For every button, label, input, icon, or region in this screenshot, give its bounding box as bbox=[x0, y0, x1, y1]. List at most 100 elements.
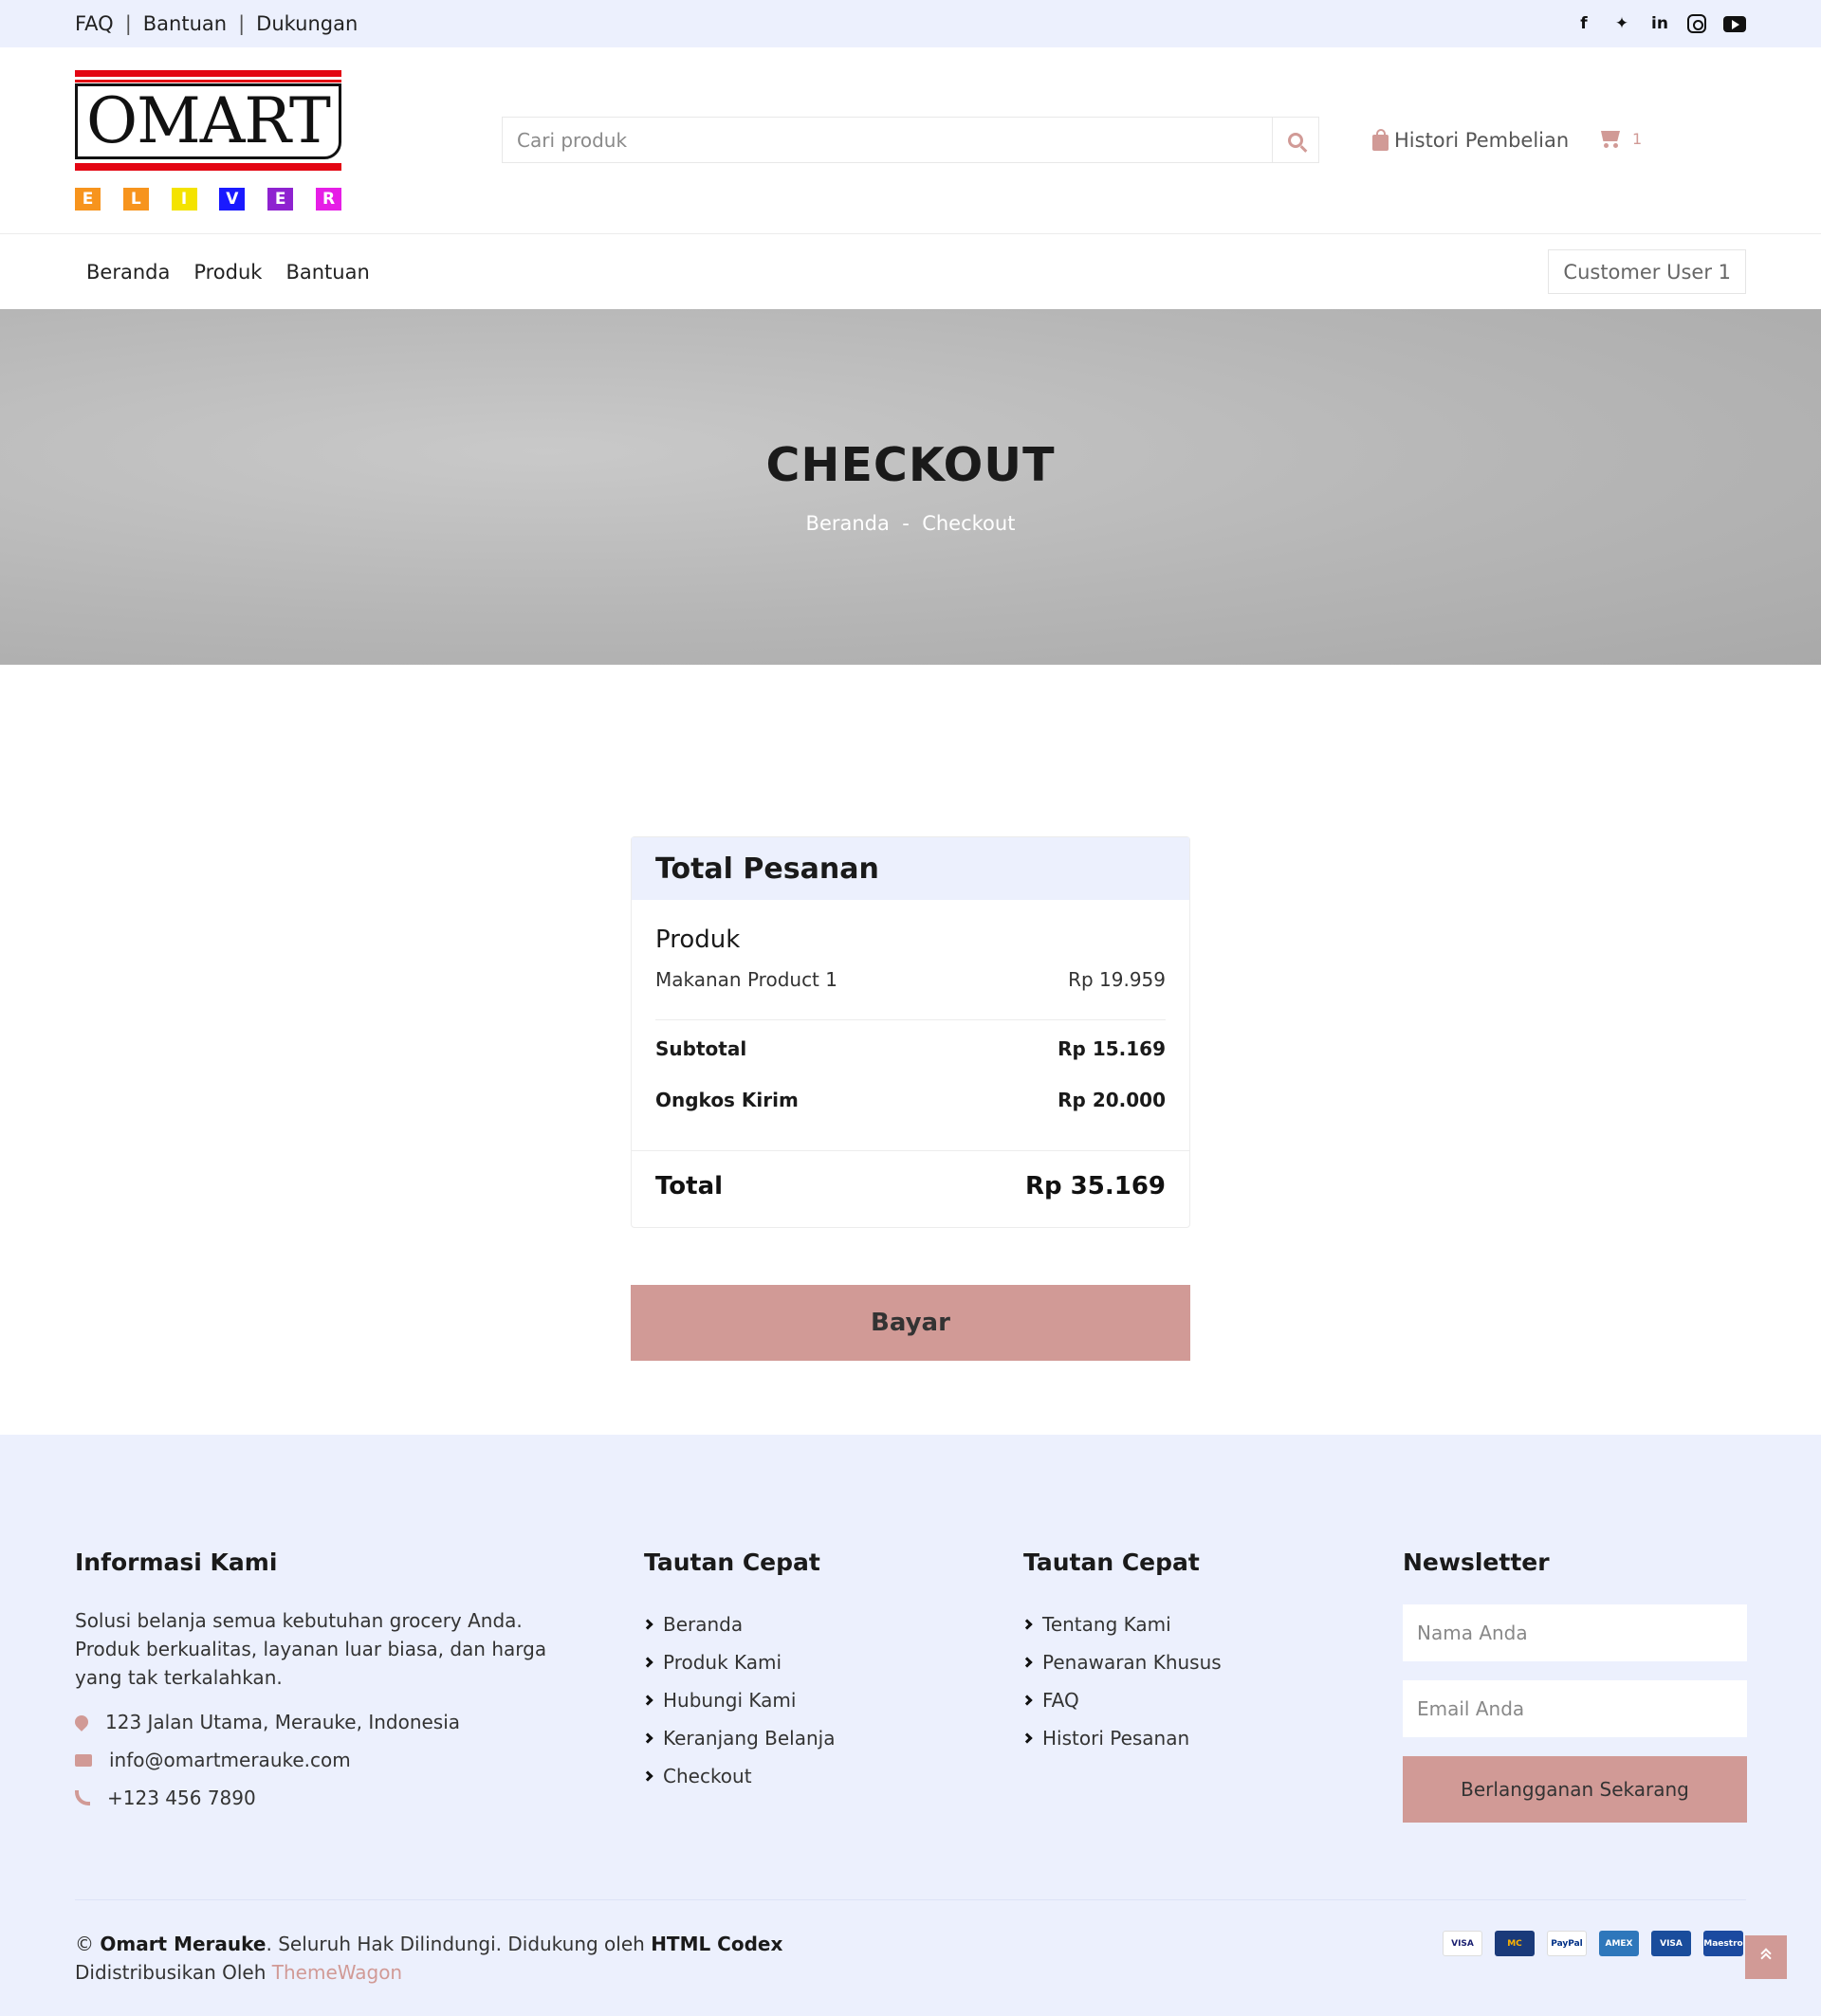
phone-icon bbox=[75, 1790, 90, 1805]
map-pin-icon bbox=[72, 1713, 91, 1732]
nav-item-beranda[interactable]: Beranda bbox=[86, 261, 170, 284]
cart-icon bbox=[1598, 129, 1621, 148]
mastercard-icon: MC bbox=[1495, 1931, 1535, 1956]
chevron-right-icon bbox=[1021, 1657, 1033, 1668]
quicklinks-list: Tentang Kami Penawaran Khusus FAQ Histor… bbox=[1021, 1605, 1222, 1757]
subtotal-value: Rp 15.169 bbox=[1058, 1037, 1166, 1060]
divider bbox=[632, 1150, 1189, 1151]
footer-link-label: Histori Pesanan bbox=[1042, 1727, 1190, 1750]
footer-link-label: Tentang Kami bbox=[1042, 1613, 1171, 1636]
footer-divider bbox=[75, 1899, 1746, 1900]
visa-electron-icon: VISA bbox=[1651, 1931, 1691, 1956]
footer-link-label: Produk Kami bbox=[663, 1651, 782, 1674]
page-title: CHECKOUT bbox=[765, 438, 1056, 492]
footer-link-beranda[interactable]: Beranda bbox=[642, 1605, 835, 1643]
maestro-icon: Maestro bbox=[1703, 1931, 1743, 1956]
newsletter-email-input[interactable] bbox=[1403, 1680, 1747, 1737]
total-row: Total Rp 35.169 bbox=[655, 1172, 1166, 1200]
facebook-icon[interactable]: f bbox=[1573, 13, 1594, 34]
chevron-right-icon bbox=[642, 1657, 653, 1668]
logo-letter: E bbox=[75, 188, 101, 211]
footer-link-faq[interactable]: FAQ bbox=[1021, 1681, 1222, 1719]
footer-link-histori[interactable]: Histori Pesanan bbox=[1021, 1719, 1222, 1757]
footer-link-keranjang[interactable]: Keranjang Belanja bbox=[642, 1719, 836, 1757]
footer-quicklinks-column-2: Tautan Cepat Tentang Kami Penawaran Khus… bbox=[1021, 1549, 1222, 1757]
dukungan-link[interactable]: Dukungan bbox=[256, 12, 358, 35]
search-bar bbox=[502, 117, 1319, 163]
subtotal-label: Subtotal bbox=[655, 1037, 747, 1060]
footer-link-tentang-kami[interactable]: Tentang Kami bbox=[1021, 1605, 1222, 1643]
email-text[interactable]: info@omartmerauke.com bbox=[109, 1749, 351, 1771]
breadcrumb-home[interactable]: Beranda bbox=[806, 512, 890, 535]
quicklinks-title: Tautan Cepat bbox=[644, 1549, 820, 1576]
subtotal-row: Subtotal Rp 15.169 bbox=[655, 1037, 1166, 1060]
user-menu-button[interactable]: Customer User 1 bbox=[1548, 249, 1746, 294]
nav-item-produk[interactable]: Produk bbox=[193, 261, 262, 284]
product-heading: Produk bbox=[655, 926, 741, 954]
footer-quicklinks-column: Tautan Cepat Beranda Produk Kami Hubungi… bbox=[642, 1549, 836, 1795]
main-nav: Beranda Produk Bantuan Customer User 1 bbox=[0, 234, 1821, 309]
chevron-right-icon bbox=[642, 1732, 653, 1744]
cart-button[interactable]: 1 bbox=[1598, 129, 1642, 148]
separator: | bbox=[238, 12, 246, 35]
purchase-history-link[interactable]: Histori Pembelian bbox=[1372, 128, 1570, 152]
logo-letter: R bbox=[315, 188, 341, 211]
chevron-right-icon bbox=[1021, 1695, 1033, 1706]
powered-by-link[interactable]: HTML Codex bbox=[651, 1933, 782, 1955]
linkedin-icon[interactable]: in bbox=[1649, 13, 1670, 34]
search-input[interactable] bbox=[503, 118, 1272, 162]
faq-link[interactable]: FAQ bbox=[75, 12, 114, 35]
logo-letter: E bbox=[267, 188, 294, 211]
shipping-row: Ongkos Kirim Rp 20.000 bbox=[655, 1089, 1166, 1111]
chevron-right-icon bbox=[642, 1770, 653, 1782]
phone-text[interactable]: +123 456 7890 bbox=[107, 1787, 256, 1809]
footer-link-label: Keranjang Belanja bbox=[663, 1727, 836, 1750]
address-text: 123 Jalan Utama, Merauke, Indonesia bbox=[105, 1711, 461, 1733]
shopping-bag-icon bbox=[1372, 128, 1389, 151]
footer-link-produk-kami[interactable]: Produk Kami bbox=[642, 1643, 835, 1681]
footer-newsletter-column: Newsletter Berlangganan Sekarang bbox=[1403, 1549, 1747, 1823]
footer-link-checkout[interactable]: Checkout bbox=[642, 1757, 835, 1795]
footer-info-title: Informasi Kami bbox=[75, 1549, 278, 1576]
copyright-brand[interactable]: Omart Merauke bbox=[100, 1933, 266, 1955]
newsletter-name-input[interactable] bbox=[1403, 1604, 1747, 1661]
footer-link-penawaran[interactable]: Penawaran Khusus bbox=[1021, 1643, 1222, 1681]
footer-link-hubungi-kami[interactable]: Hubungi Kami bbox=[642, 1681, 835, 1719]
logo-letter: V bbox=[219, 188, 246, 211]
envelope-icon bbox=[75, 1753, 92, 1767]
copyright-text: . Seluruh Hak Dilindungi. Didukung oleh bbox=[266, 1933, 652, 1955]
subscribe-button[interactable]: Berlangganan Sekarang bbox=[1403, 1756, 1747, 1823]
amex-icon: AMEX bbox=[1599, 1931, 1639, 1956]
twitter-icon[interactable]: ✦ bbox=[1611, 13, 1632, 34]
pay-button[interactable]: Bayar bbox=[631, 1285, 1190, 1361]
purchase-history-label: Histori Pembelian bbox=[1394, 129, 1570, 152]
nav-item-bantuan[interactable]: Bantuan bbox=[285, 261, 369, 284]
breadcrumb-separator: - bbox=[902, 512, 910, 535]
top-bar: FAQ | Bantuan | Dukungan f ✦ in bbox=[0, 0, 1821, 47]
omart-logo[interactable]: OMART E L I V E R bbox=[75, 70, 341, 211]
order-summary-card: Total Pesanan Produk Makanan Product 1 R… bbox=[631, 836, 1190, 1228]
top-links: FAQ | Bantuan | Dukungan bbox=[75, 12, 358, 35]
bantuan-link[interactable]: Bantuan bbox=[143, 12, 227, 35]
paypal-icon: PayPal bbox=[1547, 1931, 1587, 1956]
order-summary-title: Total Pesanan bbox=[632, 837, 1189, 900]
contact-phone: +123 456 7890 bbox=[75, 1779, 568, 1817]
contact-list: 123 Jalan Utama, Merauke, Indonesia info… bbox=[72, 1703, 568, 1817]
search-button[interactable] bbox=[1272, 118, 1318, 162]
order-item-name: Makanan Product 1 bbox=[655, 968, 837, 991]
page-hero: CHECKOUT Beranda - Checkout bbox=[0, 309, 1821, 665]
visa-card-icon: VISA bbox=[1443, 1931, 1482, 1956]
chevron-right-icon bbox=[642, 1619, 653, 1630]
themewagon-link[interactable]: ThemeWagon bbox=[272, 1961, 402, 1984]
footer-link-label: FAQ bbox=[1042, 1689, 1079, 1712]
total-value: Rp 35.169 bbox=[1024, 1172, 1166, 1200]
back-to-top-button[interactable] bbox=[1745, 1935, 1787, 1979]
logo-stripe bbox=[75, 80, 341, 82]
youtube-icon[interactable] bbox=[1723, 15, 1746, 32]
logo-stripe bbox=[75, 70, 341, 77]
instagram-icon[interactable] bbox=[1687, 14, 1706, 33]
copyright: © Omart Merauke. Seluruh Hak Dilindungi.… bbox=[75, 1930, 782, 1987]
footer-info-column: Informasi Kami Solusi belanja semua kebu… bbox=[72, 1549, 568, 1817]
logo-stripe bbox=[75, 163, 341, 171]
distribution-line: Didistribusikan Oleh ThemeWagon bbox=[75, 1958, 782, 1987]
